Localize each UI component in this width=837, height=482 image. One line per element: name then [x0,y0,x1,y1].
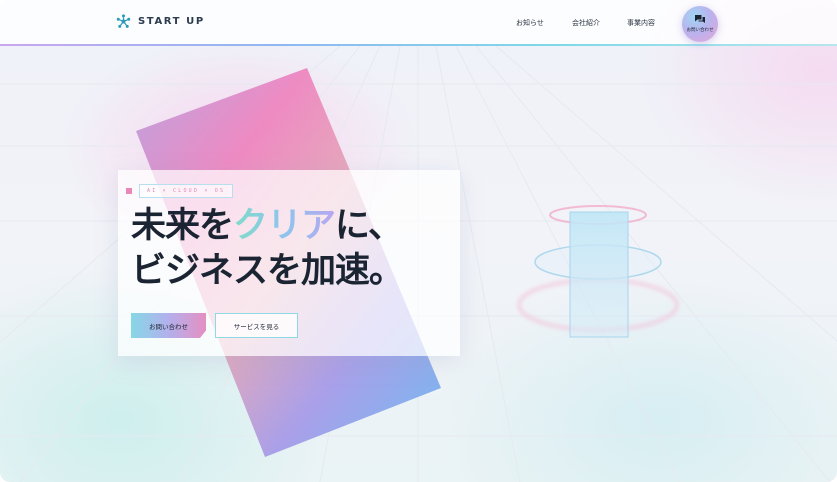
chat-bubbles-icon [695,15,705,23]
logo-text: START UP [138,16,205,27]
site-header: START UP お知らせ 会社紹介 事業内容 お問い合わせ [0,0,837,46]
headline-part: に、 [335,206,403,246]
glass-pillar [517,205,679,338]
tag-label: AI × CLOUD × OS [139,184,234,198]
hero-headline: 未来をクリアに、 ビジネスを加速。 [131,204,404,294]
headline-part: 未来を [131,206,234,246]
hero-tag: AI × CLOUD × OS [126,184,234,198]
headline-accent: クリア [233,206,336,246]
header-contact-label: お問い合わせ [686,28,714,33]
logo[interactable]: START UP [116,14,205,29]
tag-marker [126,188,132,194]
nav-company[interactable]: 会社紹介 [572,18,600,28]
nav-services[interactable]: 事業内容 [627,18,655,28]
nav-news[interactable]: お知らせ [516,18,544,28]
header-contact-button[interactable]: お問い合わせ [682,6,718,42]
headline-line2: ビジネスを加速。 [131,251,404,291]
contact-button[interactable]: お問い合わせ [131,313,206,338]
view-services-button[interactable]: サービスを見る [215,313,298,338]
asterisk-logo-icon [116,14,131,28]
page-frame: AI × CLOUD × OS 未来をクリアに、 ビジネスを加速。 お問い合わせ… [0,0,837,482]
